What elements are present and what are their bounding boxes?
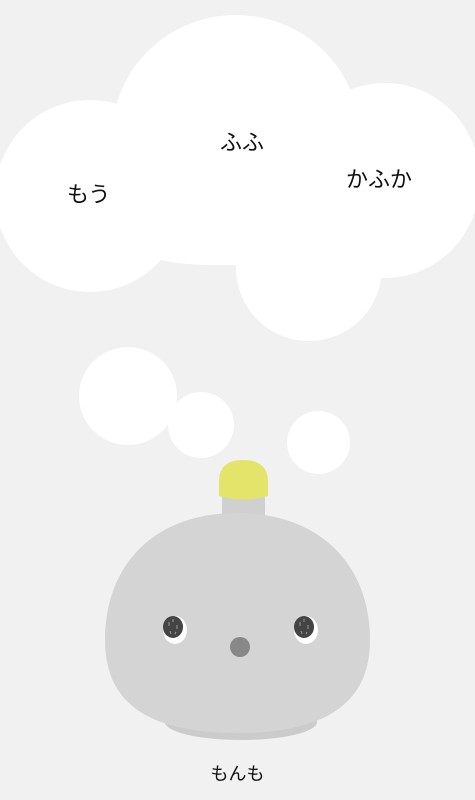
character-body — [105, 513, 370, 733]
right-eye-icon — [294, 616, 318, 644]
app-screen: もう ふふ かふか もんも — [0, 0, 475, 800]
left-eye-icon — [163, 616, 187, 644]
head-light-icon — [219, 460, 268, 500]
character-monmo[interactable] — [0, 0, 475, 800]
nose-icon — [230, 637, 250, 657]
character-name-label: もんも — [210, 764, 265, 785]
